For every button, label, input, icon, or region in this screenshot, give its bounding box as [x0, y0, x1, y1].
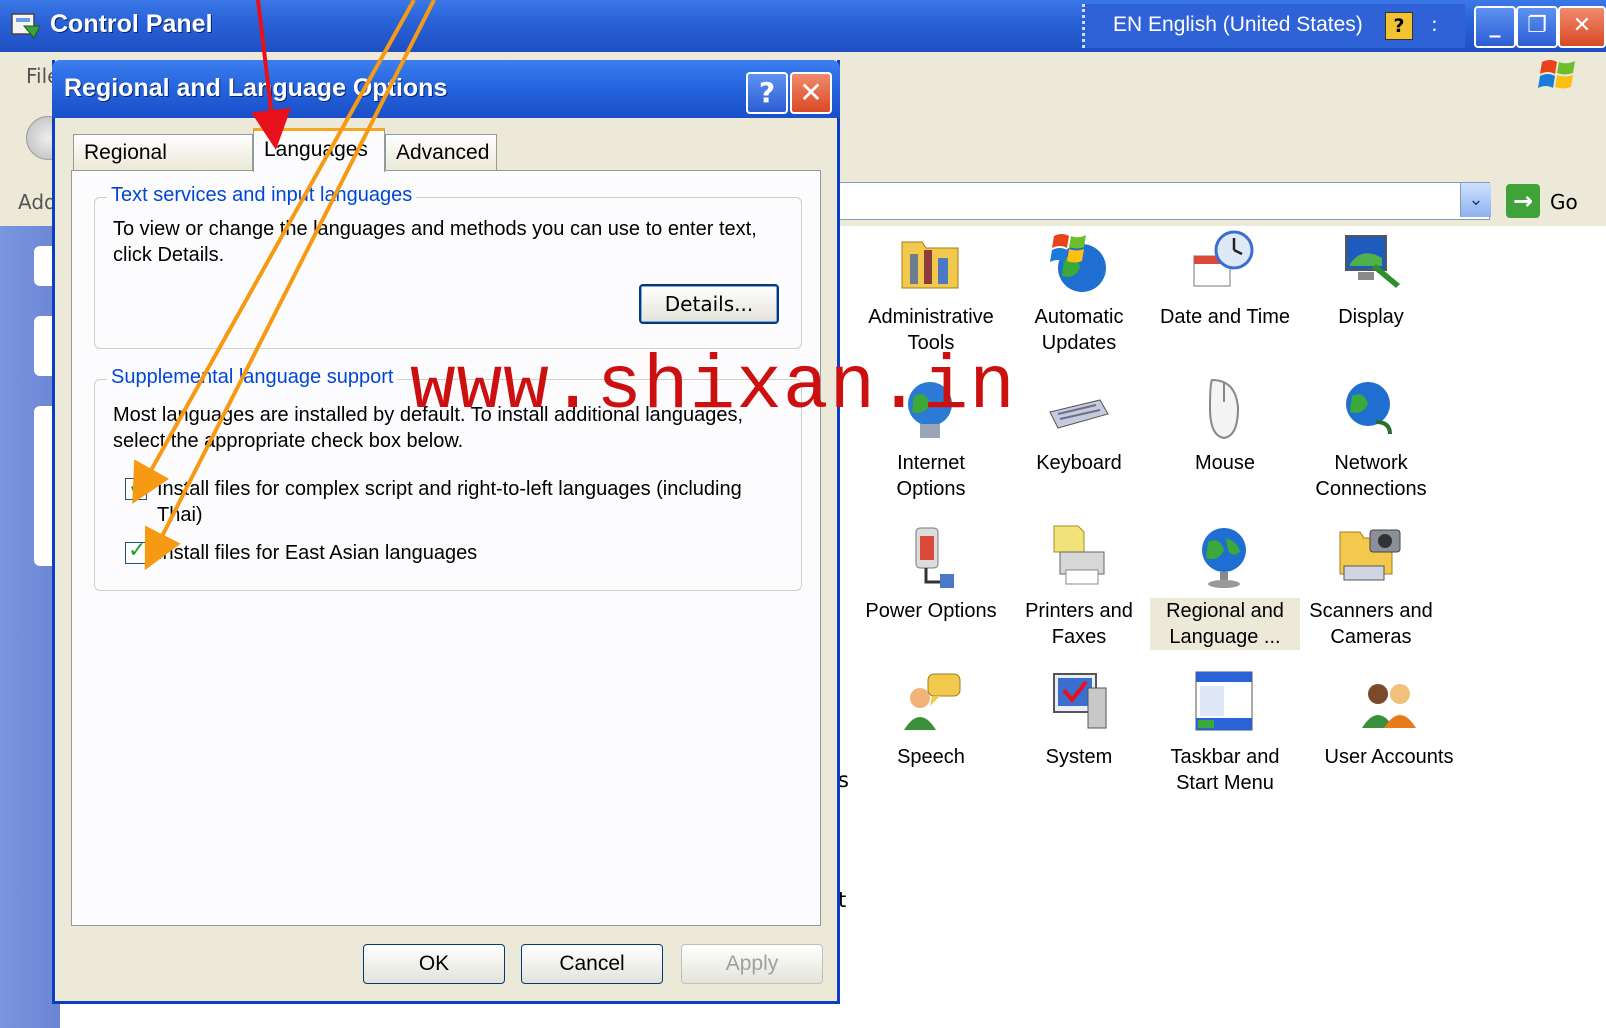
cp-item-keyboard[interactable]: Keyboard [1004, 374, 1154, 476]
checkbox-label[interactable]: Install files for East Asian languages [157, 540, 777, 566]
apply-button[interactable]: Apply [681, 944, 823, 984]
cp-item-label: Keyboard [1036, 452, 1122, 474]
cp-item-mouse[interactable]: Mouse [1150, 374, 1300, 476]
text-services-group: Text services and input languages To vie… [94, 184, 802, 349]
check-mark-icon: ✓ [128, 538, 147, 563]
cp-item-scanners-and-cameras[interactable]: Scanners and Cameras [1296, 522, 1446, 650]
cp-item-speech[interactable]: Speech [856, 668, 1006, 770]
cp-window-title: Control Panel [50, 10, 213, 38]
speech-icon [904, 673, 961, 730]
language-bar-help-icon[interactable]: ? [1385, 12, 1413, 40]
mouse-icon [1208, 378, 1240, 440]
cp-item-label: Date and Time [1159, 306, 1291, 328]
group-description: To view or change the languages and meth… [113, 218, 757, 266]
cp-item-label: Internet Options [896, 452, 966, 500]
display-icon [1345, 235, 1400, 288]
east-asian-checkbox[interactable]: ✓ [125, 538, 147, 564]
language-bar[interactable]: EN English (United States) ? : [1082, 4, 1465, 48]
control-panel-icon [11, 13, 41, 39]
watermark: www.shixan.in [410, 344, 1016, 430]
cp-item-label: Speech [897, 746, 965, 768]
cp-item-label: Printers and Faxes [1025, 600, 1133, 648]
scanners-cameras-icon [1339, 529, 1401, 581]
languages-tab-panel: Text services and input languages To vie… [71, 170, 821, 926]
cp-item-label: Automatic Updates [1034, 306, 1124, 354]
close-button[interactable]: ✕ [1558, 6, 1606, 48]
go-arrow-icon: → [1506, 184, 1540, 218]
dialog-titlebar[interactable]: Regional and Language Options ? ✕ [52, 60, 840, 118]
cp-item-display[interactable]: Display [1296, 228, 1446, 330]
language-indicator[interactable]: EN English (United States) [1113, 13, 1363, 37]
cp-item-taskbar-and-start-menu[interactable]: Taskbar and Start Menu [1150, 668, 1300, 796]
check-mark-icon: ✓ [128, 474, 147, 499]
help-icon[interactable]: ? [746, 72, 788, 114]
automatic-updates-icon [1050, 234, 1106, 292]
network-connections-icon [1346, 382, 1392, 435]
cp-item-power-options[interactable]: Power Options [856, 522, 1006, 624]
cp-item-label: Taskbar and Start Menu [1170, 746, 1280, 794]
windows-logo-icon [1538, 60, 1575, 89]
printers-faxes-icon [1053, 525, 1105, 585]
keyboard-icon [1049, 399, 1109, 429]
group-title: Supplemental language support [107, 366, 398, 389]
cp-item-date-and-time[interactable]: Date and Time [1150, 228, 1300, 330]
cp-item-label: System [1045, 746, 1113, 768]
cp-item-label: Regional and Language ... [1150, 598, 1300, 650]
cp-item-label: Scanners and Cameras [1309, 600, 1433, 648]
admin-tools-icon [901, 241, 959, 289]
taskbar-start-menu-icon [1195, 671, 1253, 731]
user-accounts-icon [1362, 684, 1416, 728]
cp-item-label: Power Options [865, 600, 997, 622]
tab-languages[interactable]: Languages [253, 128, 385, 172]
cp-item-automatic-updates[interactable]: Automatic Updates [1004, 228, 1154, 356]
regional-language-dialog: Regional and Language Options ? ✕ Region… [52, 60, 840, 1004]
go-button[interactable]: → Go [1506, 182, 1598, 220]
cp-item-system[interactable]: System [1004, 668, 1154, 770]
cp-item-label: Network Connections [1315, 452, 1427, 500]
cp-item-administrative-tools[interactable]: Administrative Tools [856, 228, 1006, 356]
cp-item-printers-and-faxes[interactable]: Printers and Faxes [1004, 522, 1154, 650]
cp-item-label: Mouse [1194, 452, 1256, 474]
power-options-icon [915, 527, 954, 588]
cp-item-network-connections[interactable]: Network Connections [1296, 374, 1446, 502]
dialog-title: Regional and Language Options [64, 74, 448, 102]
ok-button[interactable]: OK [363, 944, 505, 984]
regional-language-icon [1202, 528, 1246, 588]
close-icon[interactable]: ✕ [790, 72, 832, 114]
tab-advanced[interactable]: Advanced [385, 134, 497, 170]
date-time-icon [1193, 230, 1254, 287]
language-bar-options-icon[interactable]: : [1431, 12, 1438, 36]
system-icon [1053, 673, 1107, 729]
cancel-button[interactable]: Cancel [521, 944, 663, 984]
cp-item-label: User Accounts [1324, 746, 1454, 768]
go-label: Go [1550, 190, 1578, 214]
chevron-down-icon[interactable]: ⌄ [1460, 183, 1491, 217]
tab-regional-options[interactable]: Regional Options [73, 134, 253, 200]
task-pane [0, 226, 64, 1028]
checkbox-label[interactable]: Install files for complex script and rig… [157, 476, 777, 528]
minimize-button[interactable]: _ [1474, 6, 1516, 48]
cp-item-regional-and-language[interactable]: Regional and Language ... [1150, 522, 1300, 650]
cp-item-label: Display [1338, 306, 1404, 328]
maximize-button[interactable]: ❐ [1516, 6, 1558, 48]
group-title: Text services and input languages [107, 184, 417, 207]
details-button[interactable]: Details... [639, 284, 779, 324]
complex-script-checkbox[interactable]: ✓ [125, 474, 147, 500]
cp-item-user-accounts[interactable]: User Accounts [1314, 676, 1464, 770]
cp-titlebar[interactable]: Control Panel EN English (United States)… [0, 0, 1606, 52]
